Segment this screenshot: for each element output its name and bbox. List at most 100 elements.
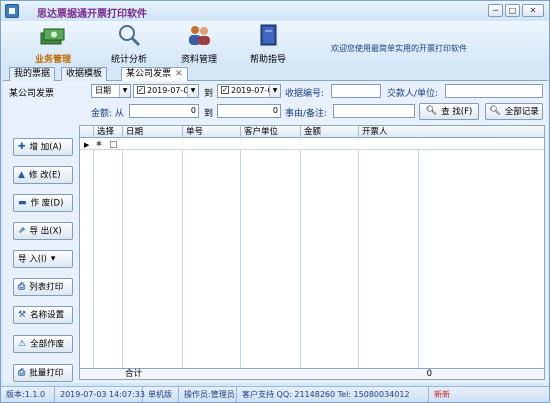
column-header-issuer[interactable]: 开票人 (358, 126, 418, 138)
toolbar-label: 业务管理 (34, 55, 71, 65)
date-type-select[interactable]: 日期 ▼ (91, 84, 131, 98)
amount-label: 金额: 从 (91, 109, 124, 119)
remark-label: 事由/备注: (285, 109, 328, 119)
column-header-date[interactable]: 日期 (122, 126, 182, 138)
toolbar-help-button[interactable]: 帮助指导 (237, 21, 299, 66)
receipt-no-label: 收据编号: (285, 89, 325, 99)
search-button[interactable]: 🔍︎ 查 找(F) (419, 103, 479, 120)
export-label: 导 出(X) (29, 226, 62, 237)
print-list-button[interactable]: ⎙ 列表打印 (13, 278, 73, 296)
search-icon: 🔍︎ (425, 106, 438, 116)
tab-company-invoice[interactable]: 某公司发票 ✕ (121, 67, 188, 82)
total-label: 合计 (125, 369, 143, 379)
tab-label: 收据模板 (66, 69, 103, 79)
column-header-amount[interactable]: 金额 (300, 126, 358, 138)
maximize-button[interactable]: □ (505, 4, 520, 17)
chevron-down-icon: ▼ (119, 85, 130, 97)
tab-label: 某公司发票 (126, 69, 172, 79)
edit-button[interactable]: ▲ 修 改(E) (13, 166, 73, 184)
void-button[interactable]: ▬ 作 废(D) (13, 194, 73, 212)
name-settings-button[interactable]: ⚒ 名称设置 (13, 306, 73, 324)
panel-title: 某公司发票 (9, 89, 55, 99)
new-row-icon: ✱ (96, 140, 102, 148)
status-bar: 版本:1.1.0 2019-07-03 14:07:33 单机版 操作员:管理员… (1, 386, 549, 402)
version-text: 版本:1.1.0 (3, 387, 55, 402)
void-all-button[interactable]: ⚠ 全部作废 (13, 335, 73, 353)
minimize-button[interactable]: ─ (488, 4, 503, 17)
extra-text: 新新 (434, 390, 450, 399)
add-button[interactable]: ✚ 增 加(A) (13, 138, 73, 156)
table-row[interactable]: ▶ ✱ (80, 139, 544, 150)
checkbox-icon (221, 84, 229, 96)
tab-receipt-templates[interactable]: 收据模板 (61, 67, 108, 81)
tab-label: 我的票据 (14, 69, 51, 79)
name-settings-label: 名称设置 (30, 310, 65, 321)
toolbar-business-button[interactable]: 业务管理 (23, 21, 83, 66)
edit-label: 修 改(E) (28, 170, 61, 181)
column-divider (122, 126, 123, 379)
toolbar-data-button[interactable]: 资料管理 (167, 21, 231, 66)
to-label: 到 (204, 109, 214, 119)
magnifier-icon (119, 25, 141, 47)
payer-label: 交款人/单位: (387, 89, 439, 99)
checkbox-icon (137, 84, 145, 96)
column-divider (418, 126, 419, 379)
amount-to-input[interactable]: 0 (217, 104, 281, 118)
void-icon: ▬ (18, 198, 27, 208)
edit-icon: ▲ (18, 170, 25, 180)
column-divider (182, 126, 183, 379)
tab-my-receipts[interactable]: 我的票据 (9, 67, 56, 81)
date-type-value: 日期 (95, 86, 111, 95)
search-icon: 🔍︎ (489, 106, 501, 116)
chevron-down-icon: ▼ (187, 85, 198, 97)
column-header-customer[interactable]: 客户单位 (240, 126, 300, 138)
add-label: 增 加(A) (29, 142, 62, 153)
current-row-icon: ▶ (84, 141, 90, 149)
payer-input[interactable] (445, 84, 543, 98)
import-dropdown-icon: ▾ (50, 254, 56, 264)
void-all-icon: ⚠ (18, 339, 27, 349)
batch-print-button[interactable]: ⎙ 批量打印 (13, 364, 73, 382)
import-label: 导 入(I) (18, 254, 47, 265)
toolbar-stats-button[interactable]: 统计分析 (99, 21, 159, 66)
close-tab-icon[interactable]: ✕ (175, 69, 183, 79)
export-button[interactable]: ⇗ 导 出(X) (13, 222, 73, 240)
edition-text: 单机版 (145, 387, 179, 402)
column-header-select[interactable]: 选择 (93, 126, 122, 138)
invoice-table[interactable]: 选择 日期 单号 客户单位 金额 开票人 ▶ ✱ 合计 0 (79, 125, 545, 380)
search-button-label: 查 找(F) (441, 107, 473, 117)
date-from-picker[interactable]: 2019-07-03▼ (133, 84, 199, 98)
remark-input[interactable] (333, 104, 415, 118)
import-button[interactable]: 导 入(I) ▾ (13, 250, 73, 268)
welcome-message: 欢迎您使用最简单实用的开票打印软件 (331, 44, 467, 53)
document-tabs: 我的票据 收据模板 某公司发票 ✕ (3, 67, 548, 82)
column-header-number[interactable]: 单号 (182, 126, 240, 138)
table-footer: 合计 0 (80, 368, 544, 379)
toolbar-label: 资料管理 (180, 55, 217, 65)
void-all-label: 全部作废 (30, 339, 65, 350)
invoice-panel: 某公司发票 日期 ▼ 2019-07-03▼ 到 2019-07-03▼ 收据编号… (3, 81, 548, 383)
total-amount: 0 (426, 369, 432, 379)
row-checkbox[interactable] (110, 141, 117, 148)
table-header: 选择 日期 单号 客户单位 金额 开票人 (80, 126, 544, 138)
void-label: 作 废(D) (30, 198, 64, 209)
date-to-picker[interactable]: 2019-07-03▼ (217, 84, 281, 98)
all-records-label: 全部记录 (504, 107, 539, 117)
print-list-label: 列表打印 (29, 282, 64, 293)
money-cards-icon (40, 28, 65, 45)
help-book-icon (260, 24, 277, 46)
window-title: 思达票据通开票打印软件 (37, 9, 147, 20)
amount-from-input[interactable]: 0 (129, 104, 199, 118)
receipt-no-input[interactable] (331, 84, 381, 98)
title-bar: 思达票据通开票打印软件 ─ □ ✕ (1, 1, 549, 21)
print-list-icon: ⎙ (18, 282, 26, 292)
all-records-button[interactable]: 🔍︎ 全部记录 (485, 103, 543, 120)
app-logo-icon (5, 4, 19, 18)
column-divider (300, 126, 301, 379)
close-button[interactable]: ✕ (522, 4, 544, 17)
main-toolbar: 业务管理 统计分析 资料管理 帮助指导 欢迎您使用最简单实用的开票打印软件 (1, 21, 549, 66)
export-icon: ⇗ (18, 226, 26, 236)
batch-print-icon: ⎙ (18, 368, 26, 378)
app-window: 思达票据通开票打印软件 ─ □ ✕ 业务管理 统计分析 资料管理 帮助指导 欢迎… (0, 0, 550, 403)
toolbar-label: 帮助指导 (249, 55, 286, 65)
